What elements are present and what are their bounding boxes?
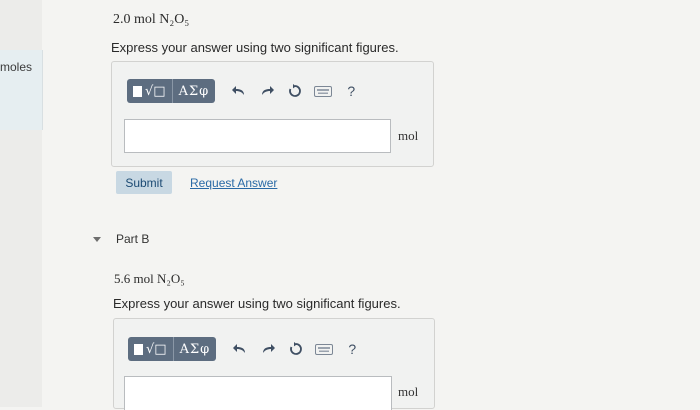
part-a-greek-button[interactable]: AΣφ [171,79,216,103]
sidebar-tab[interactable]: moles [0,50,43,130]
keyboard-icon[interactable] [309,79,337,103]
undo-icon[interactable] [226,337,254,361]
sidebar-tab-label: moles [0,60,33,74]
redo-icon[interactable] [254,337,282,361]
square-icon [134,343,143,355]
part-a-unit: mol [398,128,419,143]
part-a-question: 2.0 mol N₂O₅ [113,12,190,27]
sqrt-icon: √□ [145,83,166,99]
part-b-collapse-icon[interactable] [93,237,101,242]
part-b-templates-button[interactable]: √□ [128,337,173,361]
part-b-format-group: √□ AΣφ [128,337,217,361]
help-button[interactable]: ? [337,79,365,103]
redo-icon[interactable] [253,79,281,103]
part-b-instruction: Express your answer using two significan… [113,296,401,311]
part-a-instruction: Express your answer using two significan… [111,40,399,55]
part-a-format-group: √□ AΣφ [127,79,216,103]
greek-letters-label: AΣφ [178,83,210,99]
reset-icon[interactable] [282,337,310,361]
square-icon [133,85,142,97]
part-b-question: 5.6 mol N₂O₅ [114,271,185,286]
reset-icon[interactable] [281,79,309,103]
part-a-answer-input[interactable] [124,119,391,153]
undo-icon[interactable] [225,79,253,103]
part-b-label: Part B [116,232,150,246]
part-b-toolbar: √□ AΣφ ? [128,334,366,364]
keyboard-icon[interactable] [310,337,338,361]
submit-button[interactable]: Submit [116,171,172,194]
greek-letters-label: AΣφ [179,341,211,357]
sqrt-icon: √□ [146,341,167,357]
part-b-answer-input[interactable] [124,376,392,410]
part-b-greek-button[interactable]: AΣφ [172,337,217,361]
request-answer-link[interactable]: Request Answer [190,176,277,190]
part-a-toolbar: √□ AΣφ ? [127,76,365,106]
part-b-unit: mol [398,384,419,399]
help-button[interactable]: ? [338,337,366,361]
part-a-templates-button[interactable]: √□ [127,79,172,103]
